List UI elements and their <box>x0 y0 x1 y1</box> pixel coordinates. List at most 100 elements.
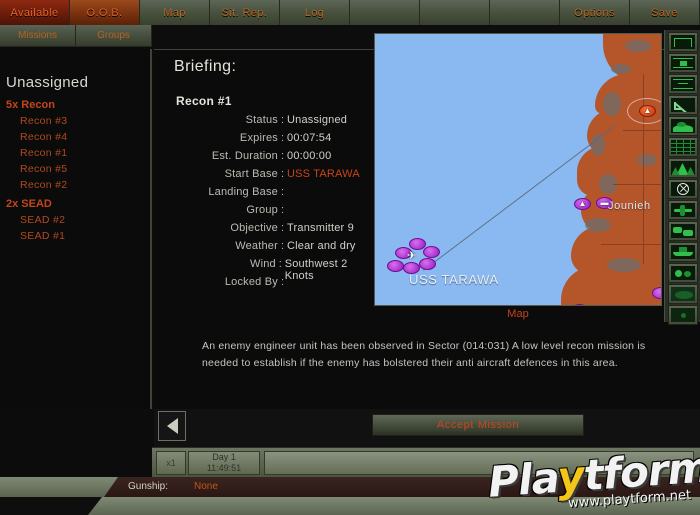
map-unit-marker[interactable] <box>423 246 440 258</box>
tab-available[interactable]: Available <box>0 0 70 25</box>
tab-save-label: Save <box>651 6 678 19</box>
map-terrain-patch <box>637 154 657 166</box>
field-label: Wind <box>250 258 276 270</box>
map-terrain-patch <box>625 40 651 52</box>
clock-time: 11:49:51 <box>206 463 242 473</box>
page-title: Briefing: <box>174 58 237 75</box>
clock-day: Day 1 <box>212 452 236 462</box>
map-terrain-patch <box>607 258 641 272</box>
timebar-left-cap <box>0 447 152 477</box>
group-header-sead[interactable]: 2x SEAD <box>6 198 150 210</box>
tab-sit-rep-label: Sit. Rep. <box>221 6 268 19</box>
briefing-row-group: Group : <box>168 204 378 222</box>
move-arrow-icon[interactable] <box>667 95 698 115</box>
field-value: USS TARAWA <box>287 168 360 180</box>
map-wide-icon[interactable] <box>667 74 698 94</box>
map-terrain-patch <box>585 218 611 232</box>
field-colon: : <box>280 204 285 216</box>
description-line-1: An enemy engineer unit has been observed… <box>202 340 646 352</box>
map-road <box>601 244 661 245</box>
field-colon: : <box>278 258 282 270</box>
main-tab-bar: Available O.O.B. Map Sit. Rep. Log Optio… <box>0 0 700 25</box>
naval-icon[interactable] <box>667 242 698 262</box>
briefing-row-expires: Expires : 00:07:54 <box>168 132 378 150</box>
tab-options-label: Options <box>574 6 615 19</box>
tab-log[interactable]: Log <box>280 0 350 25</box>
terrain-icon[interactable] <box>667 116 698 136</box>
elevation-icon[interactable] <box>667 158 698 178</box>
game-clock[interactable]: Day 1 11:49:51 <box>188 451 260 475</box>
briefing-mission-name: Recon #1 <box>176 94 232 108</box>
field-colon: : <box>280 222 285 234</box>
speed-button[interactable]: x1 <box>156 451 186 475</box>
field-colon: : <box>280 240 285 252</box>
map-label-tarawa: USS TARAWA <box>409 272 499 287</box>
tab-save[interactable]: Save <box>630 0 700 25</box>
field-label: Weather <box>235 240 278 252</box>
map-unit-marker[interactable] <box>652 287 661 299</box>
briefing-row-status: Status : Unassigned <box>168 114 378 132</box>
back-button[interactable] <box>158 411 186 441</box>
briefing-row-wind: Wind : Southwest 2 Knots <box>168 258 378 282</box>
sam-glyph-icon: ▲ <box>578 199 587 208</box>
infantry-icon[interactable] <box>667 263 698 283</box>
map-terrain-patch <box>603 92 621 116</box>
map-terrain-patch <box>611 64 631 74</box>
tab-options[interactable]: Options <box>560 0 630 25</box>
field-label: Est. Duration <box>211 150 278 162</box>
game-window: Available O.O.B. Map Sit. Rep. Log Optio… <box>0 0 700 515</box>
field-label: Objective <box>230 222 278 234</box>
briefing-row-weather: Weather : Clear and dry <box>168 240 378 258</box>
status-row-gunship: Gunship: None <box>128 478 408 495</box>
list-item[interactable]: Recon #3 <box>6 113 150 129</box>
map-unit-marker[interactable] <box>419 258 436 270</box>
aircraft-glyph-icon: ✈ <box>406 250 417 262</box>
map-unit-marker[interactable] <box>387 260 404 272</box>
aircraft-icon[interactable] <box>667 200 698 220</box>
list-item[interactable]: SEAD #2 <box>6 212 150 228</box>
map-frame-icon[interactable] <box>667 32 698 52</box>
tab-empty-3[interactable] <box>490 0 560 25</box>
cancel-icon[interactable] <box>667 179 698 199</box>
scan-icon[interactable] <box>667 305 698 325</box>
briefing-field-list: Status : Unassigned Expires : 00:07:54 E… <box>168 114 378 294</box>
tab-oob[interactable]: O.O.B. <box>70 0 140 25</box>
subtab-groups-label: Groups <box>97 30 130 41</box>
subtab-groups[interactable]: Groups <box>76 25 152 47</box>
ground-units-icon[interactable] <box>667 221 698 241</box>
field-value: Southwest 2 Knots <box>284 258 348 282</box>
list-item[interactable]: Recon #2 <box>6 177 150 193</box>
map-landmass <box>561 266 661 305</box>
subtab-missions[interactable]: Missions <box>0 25 76 47</box>
watermark-brand-pre: Pla <box>486 452 560 507</box>
watermark: Playtform www.playtform.net <box>486 442 700 511</box>
speed-label: x1 <box>166 458 176 468</box>
field-label: Expires <box>239 132 278 144</box>
tab-empty-1[interactable] <box>350 0 420 25</box>
sub-tab-bar: Missions Groups <box>0 25 152 49</box>
status-label: Gunship: <box>128 481 169 492</box>
map-zoom-box-icon[interactable] <box>667 53 698 73</box>
group-header-recon[interactable]: 5x Recon <box>6 99 150 111</box>
list-item[interactable]: Recon #4 <box>6 129 150 145</box>
tab-map-label: Map <box>163 6 186 19</box>
field-value: 00:00:00 <box>287 150 332 162</box>
list-item[interactable]: Recon #1 <box>6 145 150 161</box>
field-value: Transmitter 9 <box>287 222 354 234</box>
tab-sit-rep[interactable]: Sit. Rep. <box>210 0 280 25</box>
tab-empty-2[interactable] <box>420 0 490 25</box>
description-line-2: needed to establish if the enemy has bol… <box>202 357 618 369</box>
briefing-row-start-base: Start Base : USS TARAWA <box>168 168 378 186</box>
accept-mission-button[interactable]: Accept Mission <box>372 414 584 436</box>
tactical-map[interactable]: ▲ ✈ ▲ ▬ USS TARAWA Jounieh <box>374 33 662 306</box>
tab-map[interactable]: Map <box>140 0 210 25</box>
radar-icon[interactable] <box>667 284 698 304</box>
grid-icon[interactable] <box>667 137 698 157</box>
list-item[interactable]: SEAD #1 <box>6 228 150 244</box>
list-item[interactable]: Recon #5 <box>6 161 150 177</box>
unassigned-heading: Unassigned <box>6 74 89 91</box>
field-label: Status <box>245 114 278 126</box>
field-colon: : <box>280 168 285 180</box>
subtab-missions-label: Missions <box>18 30 57 41</box>
tab-log-label: Log <box>304 6 325 19</box>
